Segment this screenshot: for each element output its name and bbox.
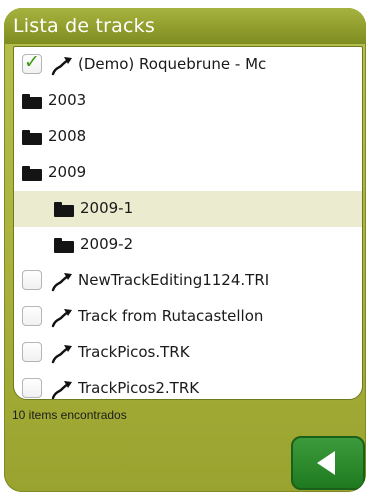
item-label: TrackPicos2.TRK — [78, 379, 200, 397]
track-list-window: Lista de tracks ✓ (Demo) Roquebrune - Mc… — [4, 8, 366, 492]
track-route-icon — [51, 309, 72, 328]
track-list[interactable]: ✓ (Demo) Roquebrune - Mc 2003 2008 2009 … — [13, 46, 363, 400]
list-item-selected[interactable]: 2009-1 — [14, 191, 362, 227]
checkbox[interactable]: ✓ — [22, 51, 42, 74]
list-item[interactable]: 2009 — [14, 155, 362, 191]
back-button[interactable] — [291, 436, 365, 490]
item-label: 2008 — [48, 127, 87, 145]
track-route-icon — [51, 273, 72, 292]
title-bar: Lista de tracks — [4, 8, 366, 44]
back-arrow-icon — [317, 451, 335, 475]
list-item[interactable]: NewTrackEditing1124.TRI — [14, 263, 362, 299]
checkbox[interactable] — [22, 270, 42, 290]
window-title: Lista de tracks — [13, 15, 155, 37]
track-route-icon — [51, 57, 72, 76]
list-item[interactable]: TrackPicos2.TRK — [14, 371, 362, 399]
list-item[interactable]: 2003 — [14, 83, 362, 119]
item-label: 2009-1 — [80, 199, 134, 217]
checkmark-icon: ✓ — [24, 51, 40, 73]
list-item[interactable]: TrackPicos.TRK — [14, 335, 362, 371]
item-label: 2003 — [48, 91, 87, 109]
folder-icon — [54, 202, 74, 217]
item-label: 2009-2 — [80, 235, 134, 253]
list-item[interactable]: Track from Rutacastellon — [14, 299, 362, 335]
list-item[interactable]: ✓ (Demo) Roquebrune - Mc — [14, 47, 362, 83]
track-route-icon — [51, 345, 72, 364]
item-label: NewTrackEditing1124.TRI — [78, 271, 270, 289]
folder-icon — [54, 238, 74, 253]
item-label: (Demo) Roquebrune - Mc — [78, 55, 267, 73]
item-label: 2009 — [48, 163, 87, 181]
track-route-icon — [51, 381, 72, 399]
item-label: TrackPicos.TRK — [78, 343, 190, 361]
checkbox[interactable] — [22, 342, 42, 362]
folder-icon — [22, 130, 42, 145]
list-item[interactable]: 2009-2 — [14, 227, 362, 263]
checkbox[interactable] — [22, 378, 42, 398]
item-label: Track from Rutacastellon — [78, 307, 264, 325]
status-text: 10 items encontrados — [12, 408, 127, 422]
list-item[interactable]: 2008 — [14, 119, 362, 155]
folder-icon — [22, 166, 42, 181]
checkbox[interactable] — [22, 306, 42, 326]
folder-icon — [22, 94, 42, 109]
